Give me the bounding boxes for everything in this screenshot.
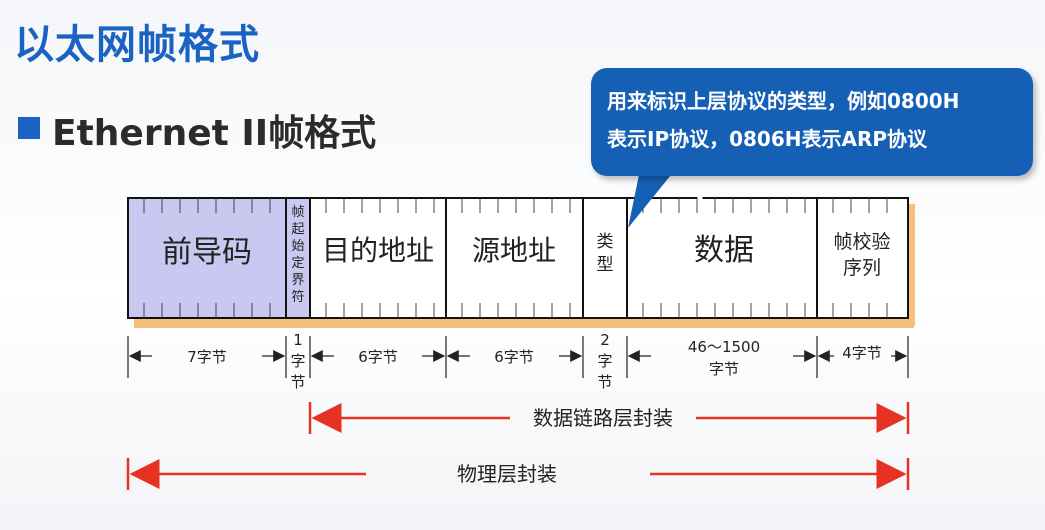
- datalink-span-label: 数据链路层封装: [533, 406, 673, 430]
- field-type-label: 型: [597, 255, 614, 275]
- size-labels: 7字节 1 字 节 6字节 6字节 2 字 节 46～1500 字节 4字节: [187, 331, 882, 391]
- callout-line-1: 用来标识上层协议的类型，例如0800H: [607, 89, 960, 113]
- sfd-char: 界: [291, 273, 304, 288]
- size-data: 字节: [709, 360, 739, 378]
- field-fcs-label: 序列: [843, 257, 881, 279]
- size-preamble: 7字节: [187, 348, 227, 366]
- callout-pointer: [628, 170, 675, 228]
- size-sfd: 1: [293, 331, 303, 349]
- sfd-char: 定: [291, 256, 304, 271]
- callout-line-2: 表示IP协议，0806H表示ARP协议: [607, 127, 928, 151]
- sfd-char: 起: [291, 222, 304, 237]
- frame-shadow: [134, 318, 914, 328]
- sfd-char: 始: [291, 239, 304, 254]
- field-fcs-label: 帧校验: [833, 231, 890, 253]
- physical-span-label: 物理层封装: [457, 462, 557, 486]
- field-src-label: 源地址: [472, 234, 556, 267]
- size-fcs: 4字节: [842, 344, 882, 362]
- field-type-label: 类: [597, 232, 614, 252]
- size-dst: 6字节: [358, 348, 398, 366]
- field-dst-label: 目的地址: [322, 234, 434, 267]
- size-data: 46～1500: [688, 338, 760, 356]
- size-type: 2: [600, 331, 610, 349]
- frame-shadow-right: [908, 204, 915, 326]
- size-src: 6字节: [494, 348, 534, 366]
- callout-text: 用来标识上层协议的类型，例如0800H 表示IP协议，0806H表示ARP协议: [607, 82, 1021, 158]
- type-field-callout: 用来标识上层协议的类型，例如0800H 表示IP协议，0806H表示ARP协议: [591, 68, 1033, 176]
- size-sfd: 字: [290, 352, 305, 370]
- size-type: 字: [597, 352, 612, 370]
- field-data-label: 数据: [694, 233, 754, 268]
- size-sfd: 节: [290, 373, 305, 391]
- sfd-char: 帧: [291, 205, 304, 220]
- size-type: 节: [597, 373, 612, 391]
- field-preamble-label: 前导码: [162, 235, 252, 270]
- sfd-char: 符: [291, 289, 304, 305]
